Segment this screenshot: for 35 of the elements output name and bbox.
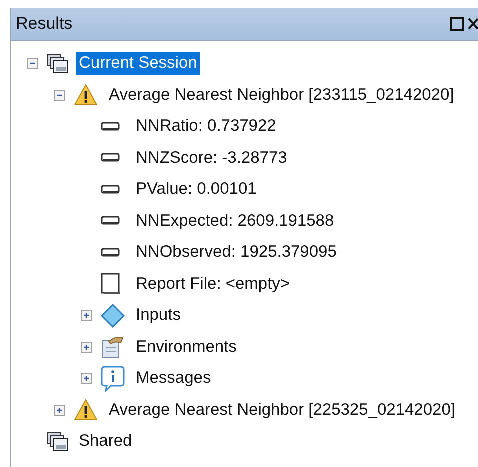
field-icon (101, 122, 121, 132)
maximize-icon[interactable] (450, 17, 464, 31)
warning-icon (74, 399, 98, 422)
tree-item[interactable]: PValue: 0.00101 (133, 178, 260, 202)
info-bubble-icon (101, 366, 125, 392)
field-icon (101, 248, 121, 258)
field-icon (101, 153, 121, 164)
stack-icon (47, 432, 69, 452)
expand-toggle[interactable] (54, 404, 64, 416)
tree-item[interactable]: Inputs (133, 304, 184, 328)
warning-icon (74, 84, 98, 106)
panel-title: Results (16, 14, 74, 34)
tree-item[interactable]: Shared (76, 430, 136, 454)
tree-item[interactable]: Messages (133, 367, 214, 390)
collapse-toggle[interactable] (26, 58, 38, 70)
stack-icon (47, 54, 69, 74)
tree-item[interactable]: NNObserved: 1925.379095 (133, 241, 340, 264)
expand-toggle[interactable] (80, 310, 92, 322)
tree-item[interactable]: Report File: <empty> (133, 272, 294, 296)
tree-item[interactable]: Current Session (76, 52, 200, 76)
notepad-icon (101, 335, 125, 360)
field-icon (101, 216, 121, 226)
field-icon (101, 184, 121, 195)
diamond-icon (101, 304, 125, 328)
tree-item[interactable]: NNZScore: -3.28773 (133, 146, 290, 170)
tree-item[interactable]: NNExpected: 2609.191588 (133, 210, 338, 233)
close-icon[interactable] (468, 17, 478, 31)
expand-toggle[interactable] (80, 373, 92, 384)
collapse-toggle[interactable] (54, 90, 64, 101)
document-icon (101, 273, 121, 296)
tree-item[interactable]: Average Nearest Neighbor [233115_02142020] (106, 84, 458, 107)
tree-item[interactable]: NNRatio: 0.737922 (133, 115, 280, 138)
tree-item[interactable]: Environments (133, 336, 240, 359)
tree-item[interactable]: Average Nearest Neighbor [225325_02142020] (106, 398, 458, 422)
expand-toggle[interactable] (80, 342, 92, 353)
